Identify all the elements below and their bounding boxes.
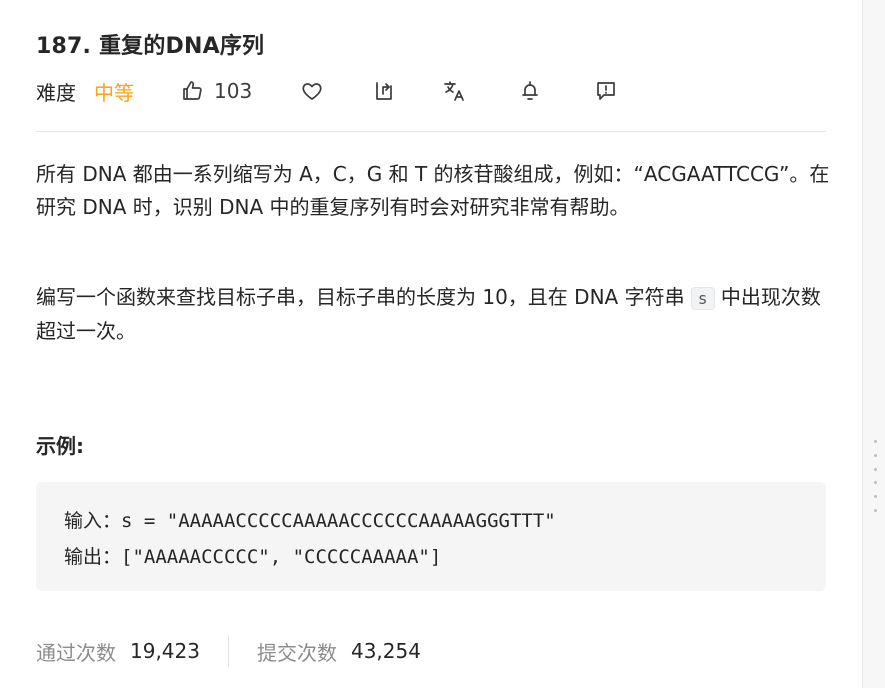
share-icon <box>376 82 393 100</box>
description-text: 编写一个函数来查找目标子串，目标子串的长度为 10，且在 DNA 字符串 <box>36 285 691 309</box>
example-input-value: s = "AAAAACCCCCAAAAACCCCCCAAAAAGGGTTT" <box>121 510 556 532</box>
drag-handle-icon[interactable] <box>872 440 878 512</box>
example-output-value: ["AAAAACCCCC", "CCCCCAAAAA"] <box>121 546 442 568</box>
inline-code-s: s <box>690 287 715 310</box>
example-code-block: 输入：s = "AAAAACCCCCAAAAACCCCCCAAAAAGGGTTT… <box>36 482 826 591</box>
accepted-count: 19,423 <box>130 639 200 663</box>
example-input-line: 输入：s = "AAAAACCCCCAAAAACCCCCCAAAAAGGGTTT… <box>64 506 556 533</box>
difficulty-badge: 中等 <box>94 80 134 105</box>
feedback-icon <box>597 82 616 100</box>
thumbs-up-icon <box>183 81 202 100</box>
translate-icon <box>444 81 465 101</box>
submitted-count: 43,254 <box>350 639 421 663</box>
problem-meta-toolbar: 难度 中等 103 <box>36 74 618 108</box>
bell-icon <box>522 81 539 100</box>
difficulty-label: 难度 <box>36 80 76 105</box>
submitted-label: 提交次数 <box>256 640 337 665</box>
header-divider <box>36 131 826 132</box>
stats-divider <box>227 635 229 667</box>
problem-title: 187. 重复的DNA序列 <box>36 34 265 59</box>
panel-resize-bar[interactable] <box>862 0 885 688</box>
description-paragraph-1: 所有 DNA 都由一系列缩写为 A，C，G 和 T 的核苷酸组成，例如：“ACG… <box>36 162 830 219</box>
description-paragraph-2: 编写一个函数来查找目标子串，目标子串的长度为 10，且在 DNA 字符串 s 中… <box>36 281 836 348</box>
feedback-button[interactable] <box>594 79 618 103</box>
submission-stats: 通过次数 19,423 提交次数 43,254 <box>36 634 421 668</box>
translate-button[interactable] <box>442 79 466 103</box>
subscribe-button[interactable] <box>518 79 542 103</box>
problem-panel: 187. 重复的DNA序列 难度 中等 103 所有 DNA 都由一系列缩写为 … <box>0 0 862 688</box>
accepted-label: 通过次数 <box>36 640 116 665</box>
like-count: 103 <box>214 79 253 103</box>
heart-icon <box>302 83 322 100</box>
example-input-label: 输入： <box>64 510 122 532</box>
example-output-line: 输出：["AAAAACCCCC", "CCCCCAAAAA"] <box>64 542 441 569</box>
example-heading: 示例: <box>36 434 84 458</box>
favorite-button[interactable] <box>300 79 324 103</box>
example-output-label: 输出： <box>64 546 122 568</box>
share-button[interactable] <box>372 79 396 103</box>
like-button[interactable]: 103 <box>180 79 252 103</box>
